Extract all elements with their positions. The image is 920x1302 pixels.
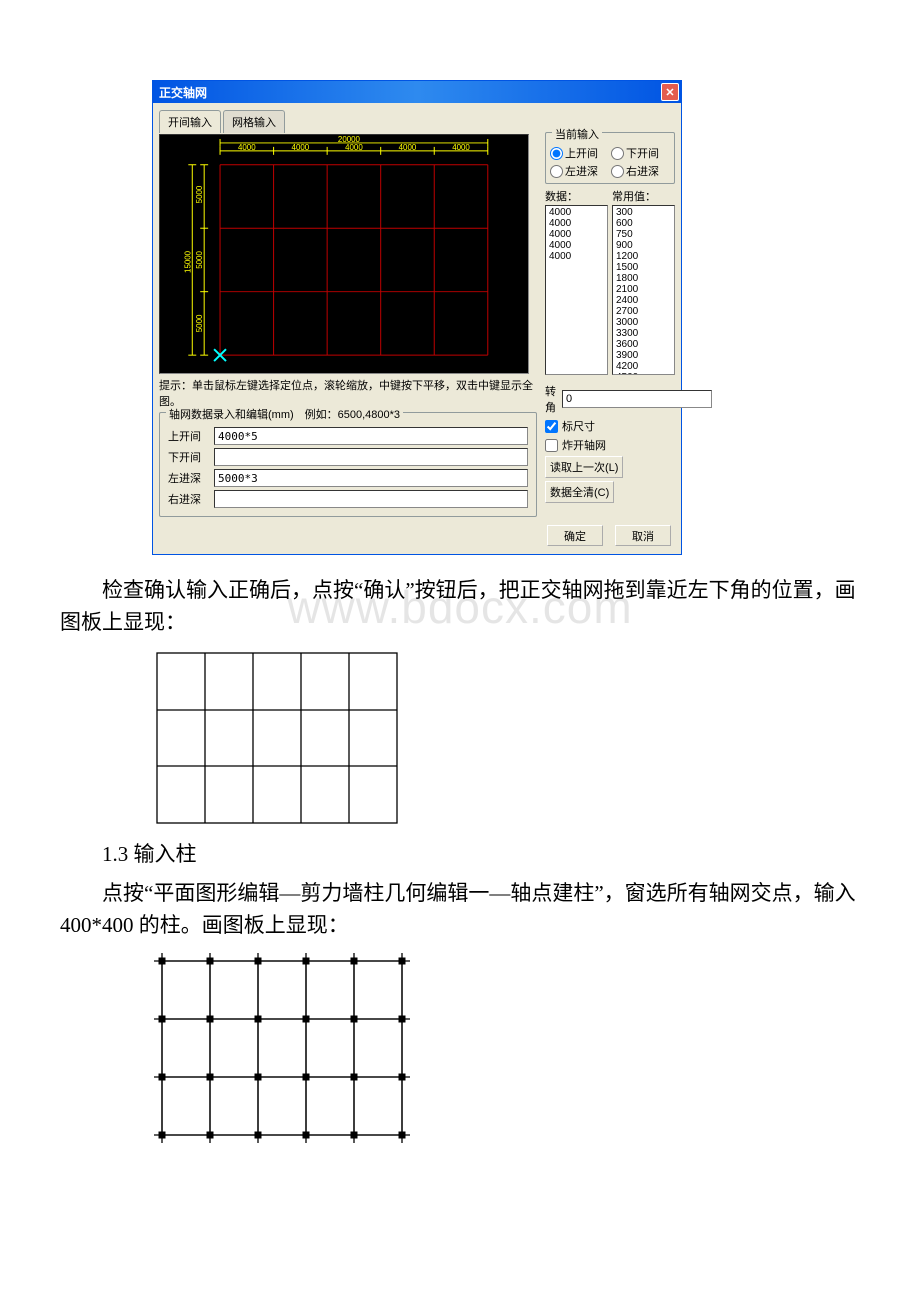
paragraph-2: 点按“平面图形编辑—剪力墙柱几何编辑一—轴点建柱”，窗选所有轴网交点，输入 40… bbox=[60, 878, 860, 941]
ok-button[interactable]: 确定 bbox=[547, 525, 603, 546]
list-item[interactable]: 2700 bbox=[614, 306, 673, 317]
close-icon[interactable]: ✕ bbox=[661, 83, 679, 101]
list-item[interactable]: 3000 bbox=[614, 317, 673, 328]
angle-label: 转角 bbox=[545, 383, 556, 415]
preview-svg: 20000 4000 4000 4000 4000 4000 15000 500… bbox=[160, 135, 528, 373]
svg-text:5000: 5000 bbox=[195, 314, 204, 332]
input-right-depth[interactable] bbox=[214, 490, 528, 508]
edit-groupbox: 轴网数据录入和编辑(mm) 例如：6500,4800*3 上开间 下开间 bbox=[159, 412, 537, 517]
svg-text:4000: 4000 bbox=[345, 143, 363, 152]
svg-text:4000: 4000 bbox=[399, 143, 417, 152]
list-item[interactable]: 4000 bbox=[547, 240, 606, 251]
chk-dimension[interactable]: 标尺寸 bbox=[545, 418, 675, 434]
common-list-label: 常用值： bbox=[612, 188, 675, 204]
list-item[interactable]: 900 bbox=[614, 240, 673, 251]
figure-grid-5x3 bbox=[152, 648, 860, 828]
svg-text:4000: 4000 bbox=[238, 143, 256, 152]
dialog-title: 正交轴网 bbox=[159, 84, 207, 101]
list-item[interactable]: 2400 bbox=[614, 295, 673, 306]
tab-span-input[interactable]: 开间输入 bbox=[159, 110, 221, 133]
list-item[interactable]: 1200 bbox=[614, 251, 673, 262]
label-top-span: 上开间 bbox=[168, 428, 208, 444]
figure-grid-columns bbox=[152, 951, 860, 1147]
radio-left-depth[interactable]: 左进深 bbox=[550, 163, 609, 179]
chk-explode[interactable]: 炸开轴网 bbox=[545, 437, 675, 453]
input-bottom-span[interactable] bbox=[214, 448, 528, 466]
list-item[interactable]: 4200 bbox=[614, 361, 673, 372]
current-input-group: 当前输入 上开间 下开间 左进深 右进深 bbox=[545, 132, 675, 184]
grid-preview[interactable]: 20000 4000 4000 4000 4000 4000 15000 500… bbox=[159, 134, 529, 374]
read-last-button[interactable]: 读取上一次(L) bbox=[545, 456, 623, 478]
dialog-screenshot: 正交轴网 ✕ 开间输入 网格输入 bbox=[152, 80, 860, 555]
list-item[interactable]: 300 bbox=[614, 207, 673, 218]
list-item[interactable]: 3300 bbox=[614, 328, 673, 339]
label-bottom-span: 下开间 bbox=[168, 449, 208, 465]
label-left-depth: 左进深 bbox=[168, 470, 208, 486]
list-item[interactable]: 2100 bbox=[614, 284, 673, 295]
current-input-title: 当前输入 bbox=[552, 126, 602, 142]
list-item[interactable]: 3600 bbox=[614, 339, 673, 350]
input-left-depth[interactable] bbox=[214, 469, 528, 487]
hint-text: 提示：单击鼠标左键选择定位点，滚轮缩放，中键按下平移，双击中键显示全图。 bbox=[159, 377, 537, 409]
orthogonal-grid-dialog: 正交轴网 ✕ 开间输入 网格输入 bbox=[152, 80, 682, 555]
angle-input[interactable] bbox=[562, 390, 712, 408]
list-item[interactable]: 4500 bbox=[614, 372, 673, 375]
dialog-body: 开间输入 网格输入 bbox=[153, 103, 681, 554]
common-listbox[interactable]: 3006007509001200150018002100240027003000… bbox=[612, 205, 675, 375]
section-1-3-heading: 1.3 输入柱 bbox=[60, 838, 860, 868]
input-top-span[interactable] bbox=[214, 427, 528, 445]
list-item[interactable]: 1800 bbox=[614, 273, 673, 284]
list-item[interactable]: 600 bbox=[614, 218, 673, 229]
svg-text:5000: 5000 bbox=[195, 185, 204, 203]
list-item[interactable]: 1500 bbox=[614, 262, 673, 273]
edit-group-title: 轴网数据录入和编辑(mm) 例如：6500,4800*3 bbox=[166, 406, 403, 422]
list-item[interactable]: 4000 bbox=[547, 251, 606, 262]
svg-text:4000: 4000 bbox=[292, 143, 310, 152]
tab-grid-input[interactable]: 网格输入 bbox=[223, 110, 285, 133]
dialog-titlebar: 正交轴网 ✕ bbox=[153, 81, 681, 103]
list-item[interactable]: 4000 bbox=[547, 229, 606, 240]
radio-top-span[interactable]: 上开间 bbox=[550, 145, 609, 161]
radio-bottom-span[interactable]: 下开间 bbox=[611, 145, 670, 161]
label-right-depth: 右进深 bbox=[168, 491, 208, 507]
data-listbox[interactable]: 40004000400040004000 bbox=[545, 205, 608, 375]
list-item[interactable]: 4000 bbox=[547, 218, 606, 229]
svg-text:15000: 15000 bbox=[183, 250, 192, 273]
data-list-label: 数据： bbox=[545, 188, 608, 204]
paragraph-1: 检查确认输入正确后，点按“确认”按钮后，把正交轴网拖到靠近左下角的位置，画图板上… bbox=[60, 575, 860, 638]
svg-text:5000: 5000 bbox=[195, 251, 204, 269]
clear-all-button[interactable]: 数据全清(C) bbox=[545, 481, 614, 503]
list-item[interactable]: 4000 bbox=[547, 207, 606, 218]
list-item[interactable]: 750 bbox=[614, 229, 673, 240]
cancel-button[interactable]: 取消 bbox=[615, 525, 671, 546]
radio-right-depth[interactable]: 右进深 bbox=[611, 163, 670, 179]
svg-text:4000: 4000 bbox=[452, 143, 470, 152]
list-item[interactable]: 3900 bbox=[614, 350, 673, 361]
